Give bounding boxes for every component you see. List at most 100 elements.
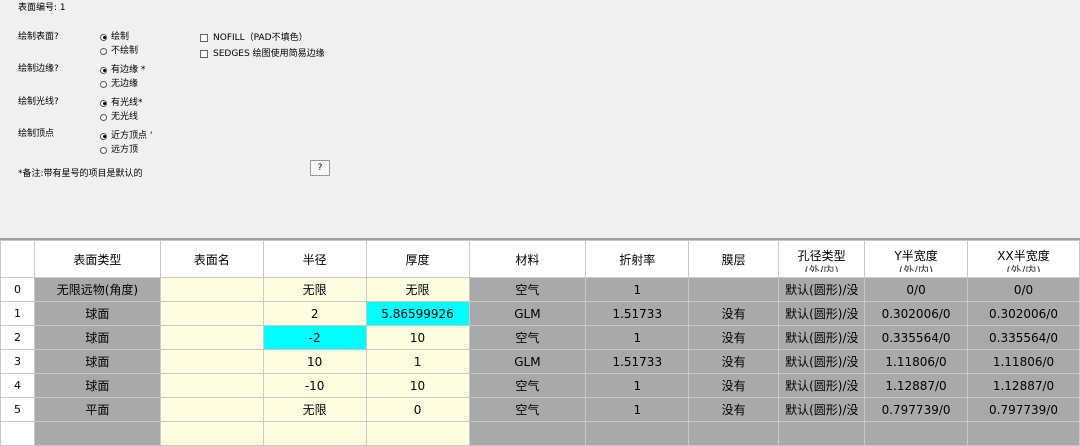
x-semi-width-cell[interactable]: 0.335564/0	[967, 325, 1080, 350]
row-number[interactable]: 5	[0, 397, 35, 422]
aperture-type-cell[interactable]: 默认(圆形)/没	[778, 349, 866, 374]
column-header[interactable]: 表面类型	[33, 240, 161, 278]
radius-cell[interactable]: 2	[262, 301, 367, 326]
column-header[interactable]: 孔径类型 (外/内)	[778, 240, 866, 278]
coating-cell[interactable]: 没有	[688, 373, 780, 398]
row-number[interactable]: 0	[0, 277, 35, 302]
index-cell[interactable]: 1	[585, 325, 690, 350]
surface-name-cell[interactable]	[159, 325, 264, 350]
x-semi-width-cell[interactable]: 0.797739/0	[967, 397, 1080, 422]
coating-cell[interactable]	[688, 277, 780, 302]
column-header[interactable]: XX半宽度 (外/内)	[967, 240, 1080, 278]
x-semi-width-cell[interactable]: 1.12887/0	[967, 373, 1080, 398]
column-header[interactable]: 表面名	[159, 240, 264, 278]
thickness-cell[interactable]: 1	[365, 349, 470, 374]
surface-name-cell[interactable]	[159, 373, 264, 398]
surface-type-cell[interactable]	[33, 421, 161, 446]
aperture-type-cell[interactable]: 默认(圆形)/没	[778, 325, 866, 350]
x-semi-width-cell[interactable]	[967, 421, 1080, 446]
aperture-type-cell[interactable]: 默认(圆形)/没	[778, 277, 866, 302]
material-cell[interactable]: 空气	[468, 373, 587, 398]
surface-type-cell[interactable]: 无限远物(角度)	[33, 277, 161, 302]
table-row: 1 球面 2 5.86599926 GLM 1.51733 没有 默认(圆形)/…	[0, 301, 1080, 326]
surface-type-cell[interactable]: 球面	[33, 325, 161, 350]
no-draw-surface-radio[interactable]: 不绘制	[100, 45, 138, 57]
y-semi-width-cell[interactable]: 0.302006/0	[864, 301, 969, 326]
thickness-cell[interactable]: 10	[365, 373, 470, 398]
aperture-type-cell[interactable]: 默认(圆形)/没	[778, 397, 866, 422]
x-semi-width-cell[interactable]: 0/0	[967, 277, 1080, 302]
coating-cell[interactable]: 没有	[688, 325, 780, 350]
aperture-type-cell[interactable]: 默认(圆形)/没	[778, 301, 866, 326]
coating-cell[interactable]: 没有	[688, 301, 780, 326]
table-row: 2 球面 -2 10 空气 1 没有 默认(圆形)/没 0.335564/0 0…	[0, 325, 1080, 350]
radius-cell[interactable]: 无限	[262, 277, 367, 302]
column-header[interactable]: 半径	[262, 240, 367, 278]
no-edges-radio[interactable]: 无边缘	[100, 78, 138, 90]
coating-cell[interactable]: 没有	[688, 397, 780, 422]
nofill-checkbox[interactable]: NOFILL（PAD不填色）	[200, 32, 308, 44]
radius-cell[interactable]: -10	[262, 373, 367, 398]
surface-type-cell[interactable]: 球面	[33, 349, 161, 374]
thickness-cell[interactable]: 0	[365, 397, 470, 422]
index-cell[interactable]: 1	[585, 277, 690, 302]
thickness-cell-selected[interactable]: 5.86599926	[365, 301, 470, 326]
coating-cell[interactable]	[688, 421, 780, 446]
row-number[interactable]	[0, 421, 35, 446]
row-number[interactable]: 2	[0, 325, 35, 350]
x-semi-width-cell[interactable]: 1.11806/0	[967, 349, 1080, 374]
material-cell[interactable]: GLM	[468, 301, 587, 326]
radius-cell[interactable]	[262, 421, 367, 446]
material-cell[interactable]	[468, 421, 587, 446]
aperture-type-cell[interactable]	[778, 421, 866, 446]
with-edges-radio[interactable]: 有边缘 *	[100, 64, 145, 76]
surface-name-cell[interactable]	[159, 301, 264, 326]
no-rays-radio[interactable]: 无光线	[100, 111, 138, 123]
column-header[interactable]: Y半宽度 (外/内)	[864, 240, 969, 278]
column-header[interactable]: 膜层	[688, 240, 780, 278]
row-number[interactable]: 4	[0, 373, 35, 398]
column-header[interactable]: 材料	[468, 240, 587, 278]
far-vertex-radio[interactable]: 远方顶	[100, 144, 138, 156]
x-semi-width-cell[interactable]: 0.302006/0	[967, 301, 1080, 326]
y-semi-width-cell[interactable]: 0.797739/0	[864, 397, 969, 422]
surface-name-cell[interactable]	[159, 349, 264, 374]
near-vertex-radio[interactable]: 近方顶点 ‘	[100, 130, 153, 142]
y-semi-width-cell[interactable]: 1.11806/0	[864, 349, 969, 374]
surface-name-cell[interactable]	[159, 421, 264, 446]
index-cell[interactable]	[585, 421, 690, 446]
column-header[interactable]: 折射率	[585, 240, 690, 278]
radius-cell[interactable]: 10	[262, 349, 367, 374]
draw-surface-radio[interactable]: 绘制	[100, 31, 129, 43]
y-semi-width-cell[interactable]: 0/0	[864, 277, 969, 302]
material-cell[interactable]: 空气	[468, 397, 587, 422]
material-cell[interactable]: 空气	[468, 325, 587, 350]
index-cell[interactable]: 1	[585, 397, 690, 422]
with-rays-radio[interactable]: 有光线*	[100, 97, 143, 109]
radius-cell[interactable]: 无限	[262, 397, 367, 422]
y-semi-width-cell[interactable]: 1.12887/0	[864, 373, 969, 398]
coating-cell[interactable]: 没有	[688, 349, 780, 374]
surface-name-cell[interactable]	[159, 277, 264, 302]
thickness-cell[interactable]: 10	[365, 325, 470, 350]
thickness-cell[interactable]	[365, 421, 470, 446]
material-cell[interactable]: GLM	[468, 349, 587, 374]
row-number[interactable]: 3	[0, 349, 35, 374]
y-semi-width-cell[interactable]	[864, 421, 969, 446]
surface-name-cell[interactable]	[159, 397, 264, 422]
thickness-cell[interactable]: 无限	[365, 277, 470, 302]
y-semi-width-cell[interactable]: 0.335564/0	[864, 325, 969, 350]
index-cell[interactable]: 1.51733	[585, 349, 690, 374]
help-button[interactable]: ?	[310, 160, 330, 176]
row-number[interactable]: 1	[0, 301, 35, 326]
aperture-type-cell[interactable]: 默认(圆形)/没	[778, 373, 866, 398]
surface-type-cell[interactable]: 平面	[33, 397, 161, 422]
index-cell[interactable]: 1	[585, 373, 690, 398]
index-cell[interactable]: 1.51733	[585, 301, 690, 326]
surface-type-cell[interactable]: 球面	[33, 373, 161, 398]
sedges-checkbox[interactable]: SEDGES 绘图使用简易边缘	[200, 48, 325, 60]
radius-cell-selected[interactable]: -2	[262, 325, 367, 350]
material-cell[interactable]: 空气	[468, 277, 587, 302]
column-header[interactable]: 厚度	[365, 240, 470, 278]
surface-type-cell[interactable]: 球面	[33, 301, 161, 326]
